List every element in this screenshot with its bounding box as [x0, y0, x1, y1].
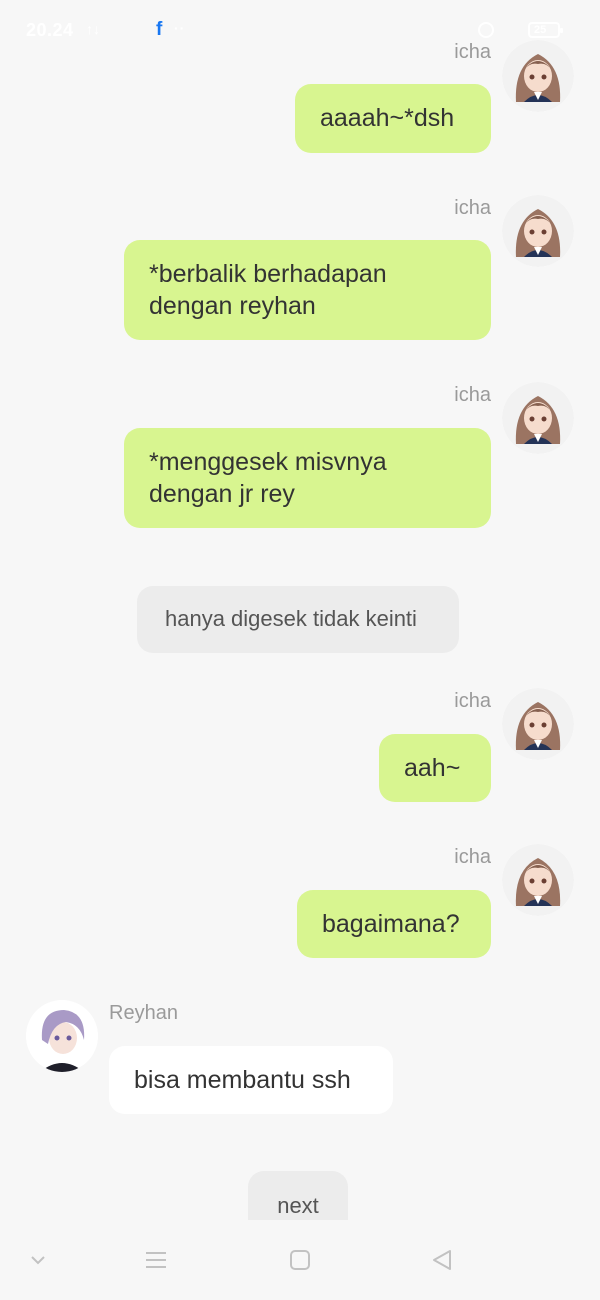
home-icon[interactable]: [280, 1220, 320, 1300]
icha-avatar[interactable]: [502, 844, 574, 916]
sender-name: icha: [454, 690, 491, 712]
sender-name: icha: [454, 846, 491, 868]
icha-avatar[interactable]: [502, 688, 574, 760]
message-bubble[interactable]: *menggesek misvnya dengan jr rey: [124, 428, 491, 528]
status-time: 20.24: [26, 20, 74, 40]
sender-name: icha: [454, 197, 491, 219]
narration-bubble: hanya digesek tidak keinti: [137, 586, 459, 653]
sender-name: Reyhan: [109, 1002, 178, 1024]
message-bubble[interactable]: aah~: [379, 734, 491, 802]
icha-avatar[interactable]: [502, 40, 574, 112]
icha-avatar[interactable]: [502, 382, 574, 454]
message-bubble[interactable]: bagaimana?: [297, 890, 491, 958]
message-bubble[interactable]: bisa membantu ssh: [109, 1046, 393, 1114]
chevron-down-icon[interactable]: [18, 1220, 58, 1300]
more-notifications-icon: ··: [174, 20, 186, 36]
sender-name: icha: [454, 384, 491, 406]
signal-icon: ↑↓: [86, 21, 100, 37]
sender-name: icha: [454, 41, 491, 63]
facebook-icon: f: [156, 19, 163, 40]
message-bubble[interactable]: aaaah~*dsh: [295, 84, 491, 153]
status-bar: 20.24 ↑↓ f ·· 25: [0, 0, 600, 60]
reyhan-avatar[interactable]: [26, 1000, 98, 1072]
icha-avatar[interactable]: [502, 195, 574, 267]
menu-icon[interactable]: [136, 1220, 176, 1300]
navigation-bar: [0, 1220, 600, 1300]
alarm-icon: [478, 22, 494, 38]
back-icon[interactable]: [422, 1220, 462, 1300]
battery-level: 25: [534, 24, 547, 36]
message-bubble[interactable]: *berbalik berhadapan dengan reyhan: [124, 240, 491, 340]
